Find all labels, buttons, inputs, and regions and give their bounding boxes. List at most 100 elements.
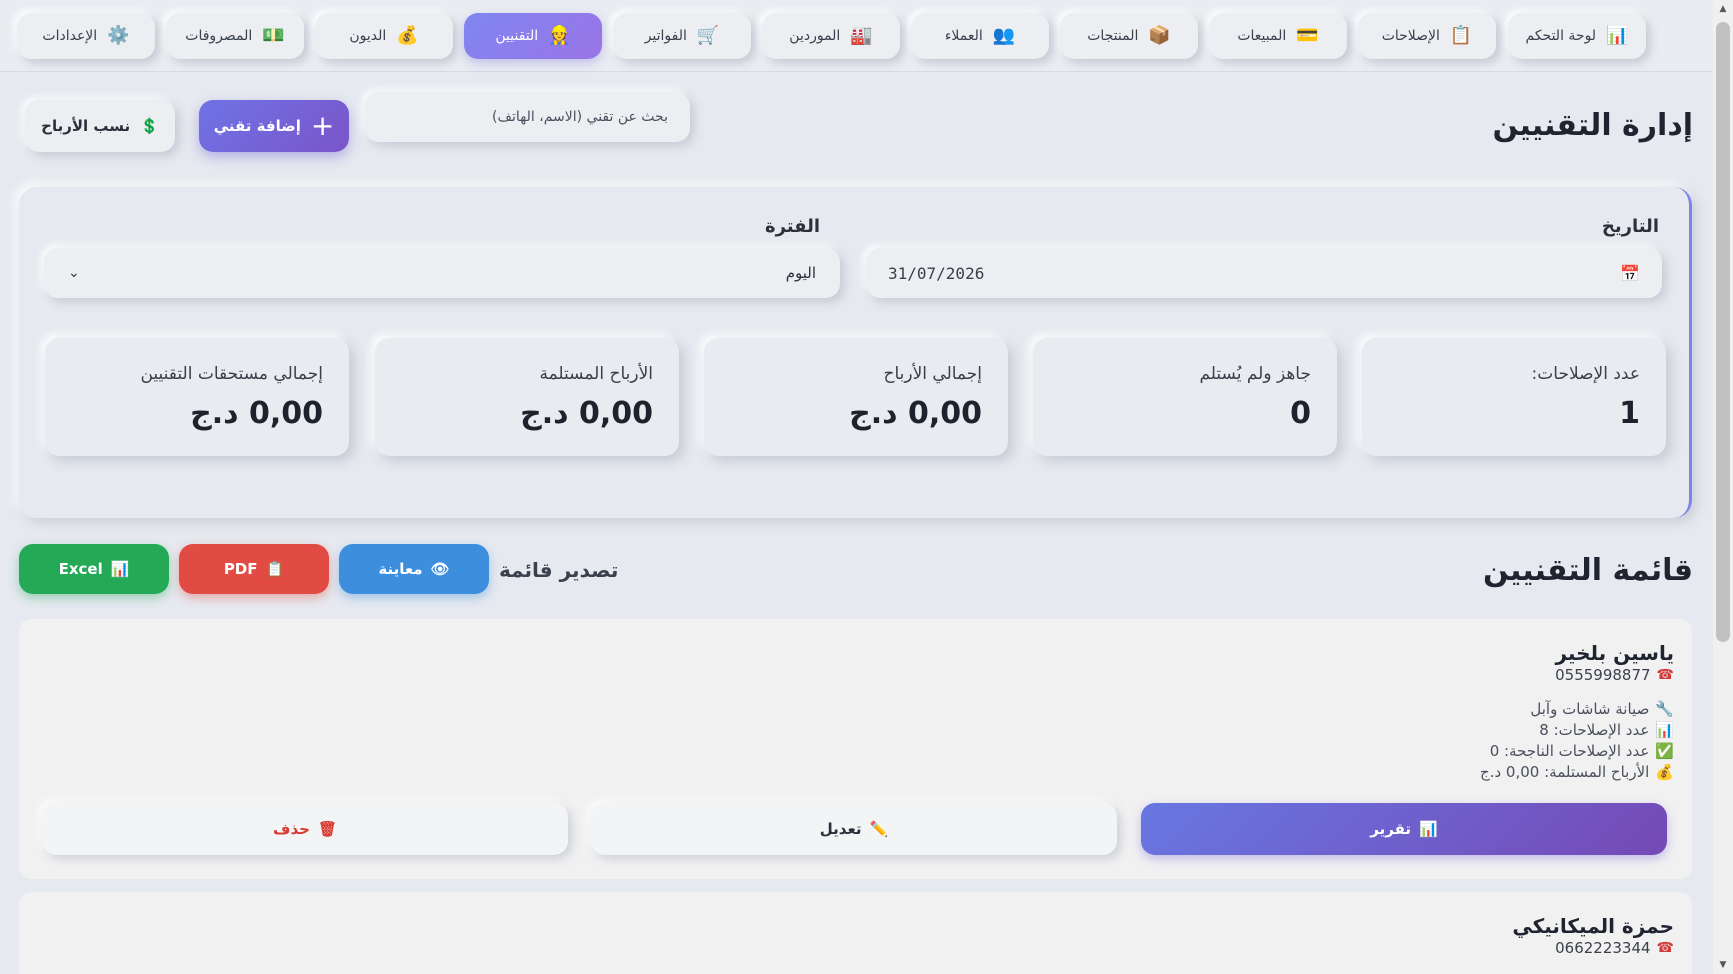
- stat-label: الأرباح المستلمة: [539, 364, 653, 384]
- add-technician-label: إضافة تقني: [213, 117, 301, 135]
- wrench-icon: 🔧: [1655, 700, 1674, 718]
- preview-label: معاينة: [378, 560, 423, 578]
- stat-label: عدد الإصلاحات:: [1531, 364, 1640, 384]
- nav-item-label: المنتجات: [1087, 28, 1139, 44]
- export-pdf-button[interactable]: 📋 PDF: [179, 544, 329, 594]
- nav-item-customers[interactable]: 👥 العملاء: [911, 13, 1049, 59]
- pencil-icon: ✏️: [869, 820, 889, 838]
- preview-button[interactable]: 👁 معاينة: [339, 544, 489, 594]
- users-icon: 👥: [992, 25, 1016, 46]
- page: 📊 لوحة التحكم 📋 الإصلاحات 💳 المبيعات 📦 ا…: [0, 0, 1713, 974]
- nav-item-dashboard[interactable]: 📊 لوحة التحكم: [1508, 13, 1646, 59]
- stat-repairs-count: عدد الإصلاحات: 1: [1362, 338, 1666, 456]
- nav-item-label: الفواتير: [644, 28, 687, 44]
- detail-text: صيانة شاشات وآبل: [1530, 700, 1650, 718]
- nav-item-products[interactable]: 📦 المنتجات: [1060, 13, 1198, 59]
- phone-number: 0662223344: [1555, 939, 1651, 957]
- profit-ratios-button[interactable]: 💲 نسب الأرباح: [25, 100, 175, 152]
- export-excel-button[interactable]: 📊 Excel: [19, 544, 169, 594]
- eye-icon: 👁: [430, 560, 450, 578]
- detail-text: عدد الإصلاحات الناجحة: 0: [1489, 742, 1650, 760]
- nav-item-invoices[interactable]: 🛒 الفواتير: [613, 13, 751, 59]
- technician-card: ياسين بلخير ☎ 0555998877 🔧 صيانة شاشات و…: [19, 619, 1692, 879]
- date-value: 31/07/2026: [888, 263, 985, 283]
- technician-phone: ☎ 0555998877: [1555, 666, 1674, 684]
- nav-item-label: العملاء: [944, 28, 983, 44]
- nav-item-label: الإصلاحات: [1381, 28, 1440, 44]
- technician-phone: ☎ 0662223344: [1555, 939, 1674, 957]
- pdf-label: PDF: [223, 560, 258, 578]
- stat-label: إجمالي مستحقات التقنيين: [140, 364, 323, 384]
- nav-item-technicians[interactable]: 👷 التقنيين: [464, 13, 602, 59]
- stat-ready-not-received: جاهز ولم يُستلم 0: [1033, 338, 1337, 456]
- worker-icon: 👷: [548, 25, 571, 46]
- chart-icon: 📊: [1606, 25, 1629, 46]
- period-select[interactable]: اليوم ⌄: [44, 248, 840, 298]
- stat-received-profit: الأرباح المستلمة 0,00 د.ج: [375, 338, 679, 456]
- report-label: تقرير: [1370, 820, 1412, 838]
- stat-total-profit: إجمالي الأرباح 0,00 د.ج: [704, 338, 1008, 456]
- stat-value: 1: [1619, 396, 1640, 431]
- detail-specialty: 🔧 صيانة شاشات وآبل: [1480, 699, 1674, 720]
- nav-item-label: الإعدادات: [42, 28, 98, 44]
- chart-icon: 📊: [110, 560, 130, 578]
- phone-icon: ☎: [1656, 667, 1674, 683]
- nav-item-expenses[interactable]: 💵 المصروفات: [166, 13, 304, 59]
- stat-label: إجمالي الأرباح: [883, 364, 982, 384]
- nav-item-label: لوحة التحكم: [1525, 28, 1597, 44]
- date-label: التاريخ: [1601, 216, 1659, 237]
- edit-label: تعديل: [819, 820, 862, 838]
- technicians-list-title: قائمة التقنيين: [1482, 553, 1693, 588]
- scroll-down-icon[interactable]: ▼: [1713, 956, 1733, 974]
- period-value: اليوم: [785, 264, 816, 282]
- detail-successful-repairs: ✅ عدد الإصلاحات الناجحة: 0: [1480, 741, 1674, 762]
- nav-item-settings[interactable]: ⚙️ الإعدادات: [17, 13, 155, 59]
- edit-button[interactable]: ✏️ تعديل: [591, 803, 1117, 855]
- nav-item-debts[interactable]: 💰 الديون: [315, 13, 453, 59]
- vertical-scrollbar[interactable]: ▲ ▼: [1713, 0, 1733, 974]
- nav-item-label: المبيعات: [1237, 28, 1287, 44]
- clipboard-icon: 📋: [1449, 25, 1473, 46]
- scroll-thumb[interactable]: [1716, 22, 1730, 642]
- nav-item-label: المصروفات: [185, 28, 253, 44]
- technician-name: ياسين بلخير: [1555, 641, 1674, 665]
- dollar-icon: 💲: [140, 117, 159, 135]
- calendar-icon[interactable]: 📅: [1620, 264, 1640, 283]
- nav-item-repairs[interactable]: 📋 الإصلاحات: [1358, 13, 1496, 59]
- delete-label: حذف: [273, 820, 310, 838]
- stat-value: 0,00 د.ج: [849, 396, 982, 431]
- money-bag-icon: 💰: [1655, 763, 1674, 781]
- delete-button[interactable]: 🗑 حذف: [42, 803, 568, 855]
- report-button[interactable]: 📊 تقرير: [1141, 803, 1667, 855]
- phone-number: 0555998877: [1555, 666, 1651, 684]
- money-bag-icon: 💰: [396, 25, 419, 46]
- package-icon: 📦: [1148, 25, 1171, 46]
- detail-received-profit: 💰 الأرباح المستلمة: 0,00 د.ج: [1480, 762, 1674, 783]
- chevron-down-icon: ⌄: [68, 265, 80, 281]
- phone-icon: ☎: [1656, 940, 1674, 956]
- stat-value: 0: [1290, 396, 1311, 431]
- stat-technician-dues: إجمالي مستحقات التقنيين 0,00 د.ج: [45, 338, 349, 456]
- detail-text: الأرباح المستلمة: 0,00 د.ج: [1480, 763, 1650, 781]
- page-title: إدارة التقنيين: [1492, 108, 1693, 143]
- chart-icon: 📊: [1655, 721, 1674, 739]
- add-technician-button[interactable]: + إضافة تقني: [199, 100, 349, 152]
- technician-card: حمزة الميكانيكي ☎ 0662223344: [19, 892, 1692, 974]
- chart-icon: 📊: [1419, 820, 1438, 838]
- cart-icon: 🛒: [696, 25, 720, 46]
- banknote-icon: 💵: [262, 25, 285, 46]
- stat-value: 0,00 د.ج: [190, 396, 323, 431]
- period-label: الفترة: [764, 216, 820, 237]
- credit-card-icon: 💳: [1296, 25, 1319, 46]
- scroll-up-icon[interactable]: ▲: [1713, 0, 1733, 18]
- stat-value: 0,00 د.ج: [520, 396, 653, 431]
- nav-item-suppliers[interactable]: 🏭 الموردين: [762, 13, 900, 59]
- technician-details: 🔧 صيانة شاشات وآبل 📊 عدد الإصلاحات: 8 ✅ …: [1480, 699, 1674, 783]
- stat-label: جاهز ولم يُستلم: [1199, 364, 1311, 384]
- nav-item-sales[interactable]: 💳 المبيعات: [1209, 13, 1347, 59]
- top-nav: 📊 لوحة التحكم 📋 الإصلاحات 💳 المبيعات 📦 ا…: [0, 0, 1713, 72]
- nav-item-label: الديون: [349, 28, 387, 44]
- date-input[interactable]: 31/07/2026 📅: [866, 248, 1662, 298]
- search-input[interactable]: [365, 92, 690, 142]
- check-icon: ✅: [1655, 742, 1674, 760]
